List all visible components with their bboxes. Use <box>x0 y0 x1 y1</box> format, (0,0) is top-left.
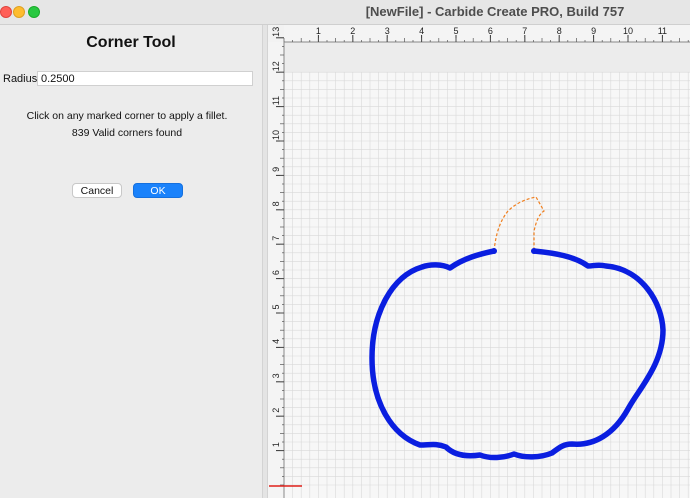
left-ruler <box>268 42 284 498</box>
ruler-x-label: 6 <box>488 26 493 36</box>
ok-button[interactable]: OK <box>133 183 183 198</box>
ruler-x-label: 7 <box>522 26 527 36</box>
maximize-icon[interactable] <box>28 6 40 18</box>
ruler-y-label: 11 <box>271 96 281 105</box>
stock-margin <box>284 42 690 73</box>
minimize-icon[interactable] <box>13 6 25 18</box>
ruler-x-label: 3 <box>385 26 390 36</box>
radius-input[interactable] <box>37 71 253 86</box>
title-bar: [NewFile] - Carbide Create PRO, Build 75… <box>0 0 690 25</box>
design-canvas[interactable]: 12345678910111213121110987654321 <box>268 25 690 498</box>
ruler-y-label: 2 <box>271 408 281 413</box>
ruler-x-label: 1 <box>316 26 321 36</box>
radius-label: Radius <box>3 73 38 85</box>
ruler-y-label: 5 <box>271 304 281 309</box>
ruler-x-label: 4 <box>419 26 424 36</box>
ruler-y-label: 1 <box>271 442 281 447</box>
panel-title: Corner Tool <box>86 34 176 51</box>
ruler-y-label: 4 <box>271 339 281 344</box>
ruler-y-label: 12 <box>271 61 281 71</box>
ruler-x-label: 2 <box>350 26 355 36</box>
ruler-y-label: 9 <box>271 167 281 172</box>
ruler-y-label: 6 <box>271 270 281 275</box>
ruler-y-label: 7 <box>271 236 281 241</box>
ruler-y-label: 13 <box>271 27 281 37</box>
window-title: [NewFile] - Carbide Create PRO, Build 75… <box>365 4 625 19</box>
corners-found-status: 839 Valid corners found <box>71 127 183 139</box>
instruction-text: Click on any marked corner to apply a fi… <box>26 110 228 122</box>
cancel-button[interactable]: Cancel <box>72 183 122 198</box>
close-icon[interactable] <box>0 6 12 18</box>
ruler-x-label: 11 <box>658 26 667 36</box>
ruler-x-label: 10 <box>623 26 633 36</box>
corner-marker <box>531 248 537 254</box>
ruler-y-label: 10 <box>271 130 281 140</box>
ruler-x-label: 8 <box>557 26 562 36</box>
canvas-drawing[interactable]: 12345678910111213121110987654321 <box>268 25 690 498</box>
ruler-x-label: 5 <box>453 26 458 36</box>
ruler-y-label: 3 <box>271 373 281 378</box>
ruler-x-label: 9 <box>591 26 596 36</box>
corner-marker <box>491 248 497 254</box>
corner-tool-panel: Corner Tool Radius Click on any marked c… <box>0 25 262 498</box>
ruler-y-label: 8 <box>271 201 281 206</box>
